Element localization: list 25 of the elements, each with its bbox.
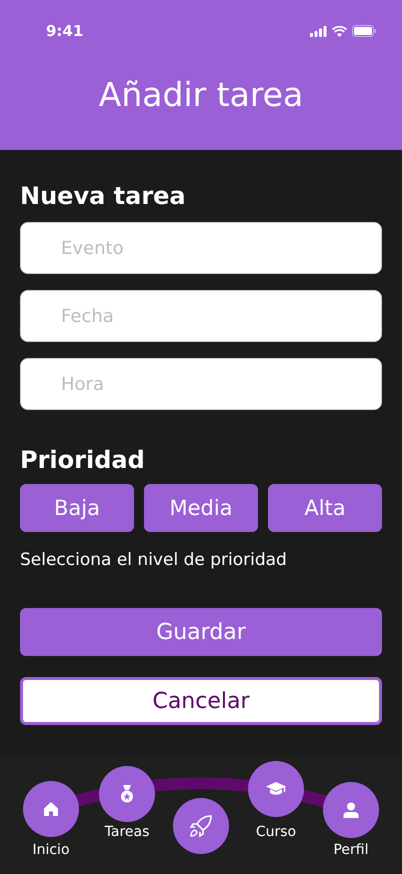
priority-hint: Selecciona el nivel de prioridad	[20, 550, 288, 570]
status-time: 9:41	[46, 22, 84, 40]
nav-label: Perfil	[332, 842, 370, 858]
nav-label: Inicio	[31, 842, 71, 858]
medal-icon	[120, 785, 134, 803]
cancel-button[interactable]: Cancelar	[20, 677, 382, 725]
priority-button[interactable]: Baja	[20, 484, 134, 532]
home-icon	[43, 801, 59, 817]
nav-label: Tareas	[104, 824, 150, 840]
graduation-cap-icon	[265, 781, 287, 797]
wifi-icon	[332, 26, 347, 36]
section-title: Prioridad	[20, 446, 146, 474]
page-title: Añadir tarea	[98, 75, 304, 114]
priority-button[interactable]: Alta	[268, 484, 382, 532]
priority-button[interactable]: Media	[144, 484, 258, 532]
signal-icon	[310, 26, 327, 36]
section-title: Nueva tarea	[20, 182, 187, 210]
person-icon	[343, 802, 359, 818]
rocket-icon	[189, 814, 213, 838]
nav-label: Curso	[254, 824, 298, 840]
battery-icon	[352, 25, 376, 37]
input-field[interactable]: Evento	[20, 222, 382, 274]
input-field[interactable]: Hora	[20, 358, 382, 410]
input-field[interactable]: Fecha	[20, 290, 382, 342]
save-button[interactable]: Guardar	[20, 608, 382, 656]
